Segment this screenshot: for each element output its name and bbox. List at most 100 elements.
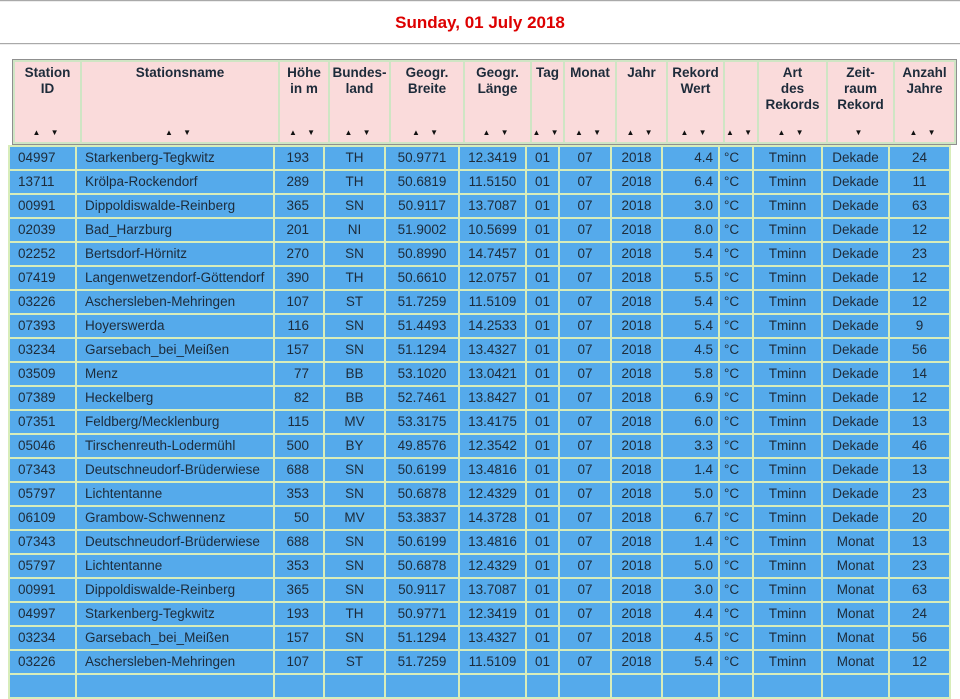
sort-arrows-art-rekord[interactable]: ▲ ▼ xyxy=(777,128,807,137)
column-header-bundesland: Bundes-land▲ ▼ xyxy=(330,62,389,142)
cell-stationsname: Heckelberg xyxy=(77,387,273,409)
sort-arrows-bundesland[interactable]: ▲ ▼ xyxy=(344,128,374,137)
cell-zeitraum: Dekade xyxy=(823,243,888,265)
table-row: 07351Feldberg/Mecklenburg115MV53.317513.… xyxy=(10,411,949,433)
cell-jahr: 2018 xyxy=(612,171,661,193)
cell-bundesland: TH xyxy=(325,147,384,169)
cell-zeitraum: Dekade xyxy=(823,147,888,169)
cell-zeitraum: Dekade xyxy=(823,483,888,505)
sort-arrows-tag[interactable]: ▲ ▼ xyxy=(532,128,562,137)
cell-tag: 01 xyxy=(527,291,558,313)
cell-monat: 07 xyxy=(560,507,610,529)
table-row: 07343Deutschneudorf-Brüderwiese688SN50.6… xyxy=(10,531,949,553)
sort-arrows-geogr-breite[interactable]: ▲ ▼ xyxy=(412,128,442,137)
cell-zeitraum: Monat xyxy=(823,603,888,625)
sort-arrows-hoehe[interactable]: ▲ ▼ xyxy=(289,128,319,137)
cell-zeitraum: Monat xyxy=(823,555,888,577)
cell-geogr-laenge: 14.7457 xyxy=(460,243,525,265)
cell-jahr: 2018 xyxy=(612,411,661,433)
cell-art-rekord: Tminn xyxy=(754,531,821,553)
cell-hoehe: 107 xyxy=(275,291,323,313)
cell-anzahl-jahre: 12 xyxy=(890,291,949,313)
cell-unit: °C xyxy=(720,147,752,169)
sort-arrows-unit[interactable]: ▲ ▼ xyxy=(726,128,756,137)
cell-bundesland: NI xyxy=(325,219,384,241)
cell-bundesland: SN xyxy=(325,459,384,481)
cell-bundesland: MV xyxy=(325,507,384,529)
cell-station-id: 07389 xyxy=(10,387,75,409)
cell-zeitraum: Monat xyxy=(823,579,888,601)
column-label-tag: Tag xyxy=(536,65,559,81)
cell-tag: 01 xyxy=(527,195,558,217)
sort-arrows-jahr[interactable]: ▲ ▼ xyxy=(626,128,656,137)
cell-geogr-breite: 50.9117 xyxy=(386,195,458,217)
cell-anzahl-jahre: 24 xyxy=(890,603,949,625)
cell-geogr-breite: 51.7259 xyxy=(386,291,458,313)
cell-anzahl-jahre: 9 xyxy=(890,315,949,337)
cell-zeitraum: Dekade xyxy=(823,339,888,361)
cell-rekord-wert: 6.4 xyxy=(663,171,718,193)
cell-bundesland: SN xyxy=(325,483,384,505)
cell-art-rekord xyxy=(754,675,821,697)
cell-art-rekord: Tminn xyxy=(754,603,821,625)
cell-zeitraum: Dekade xyxy=(823,267,888,289)
cell-unit: °C xyxy=(720,171,752,193)
cell-jahr: 2018 xyxy=(612,651,661,673)
sort-arrows-station-id[interactable]: ▲ ▼ xyxy=(32,128,62,137)
table-row: 03509Menz77BB53.102013.0421010720185.8°C… xyxy=(10,363,949,385)
cell-anzahl-jahre: 63 xyxy=(890,579,949,601)
cell-rekord-wert: 5.0 xyxy=(663,555,718,577)
cell-station-id: 05797 xyxy=(10,483,75,505)
cell-unit: °C xyxy=(720,651,752,673)
cell-tag: 01 xyxy=(527,363,558,385)
cell-jahr: 2018 xyxy=(612,315,661,337)
cell-anzahl-jahre: 56 xyxy=(890,339,949,361)
cell-zeitraum: Dekade xyxy=(823,411,888,433)
table-row-partial xyxy=(10,675,949,697)
cell-hoehe: 688 xyxy=(275,531,323,553)
cell-anzahl-jahre: 11 xyxy=(890,171,949,193)
cell-art-rekord: Tminn xyxy=(754,147,821,169)
cell-geogr-breite: 50.6199 xyxy=(386,531,458,553)
cell-monat: 07 xyxy=(560,387,610,409)
cell-geogr-breite: 53.3175 xyxy=(386,411,458,433)
cell-monat: 07 xyxy=(560,195,610,217)
cell-monat: 07 xyxy=(560,459,610,481)
cell-jahr: 2018 xyxy=(612,363,661,385)
cell-geogr-laenge: 13.0421 xyxy=(460,363,525,385)
cell-monat xyxy=(560,675,610,697)
sort-arrows-anzahl-jahre[interactable]: ▲ ▼ xyxy=(909,128,939,137)
cell-geogr-breite: 53.3837 xyxy=(386,507,458,529)
cell-stationsname: Garsebach_bei_Meißen xyxy=(77,339,273,361)
cell-jahr: 2018 xyxy=(612,339,661,361)
cell-tag: 01 xyxy=(527,603,558,625)
cell-geogr-breite: 50.6878 xyxy=(386,555,458,577)
sort-arrows-rekord-wert[interactable]: ▲ ▼ xyxy=(680,128,710,137)
cell-geogr-breite: 52.7461 xyxy=(386,387,458,409)
column-header-jahr: Jahr▲ ▼ xyxy=(617,62,666,142)
cell-unit: °C xyxy=(720,555,752,577)
cell-bundesland: ST xyxy=(325,651,384,673)
cell-anzahl-jahre: 13 xyxy=(890,411,949,433)
cell-zeitraum: Dekade xyxy=(823,507,888,529)
sort-arrows-stationsname[interactable]: ▲ ▼ xyxy=(165,128,195,137)
cell-anzahl-jahre: 24 xyxy=(890,147,949,169)
cell-hoehe: 116 xyxy=(275,315,323,337)
cell-station-id: 03226 xyxy=(10,291,75,313)
cell-monat: 07 xyxy=(560,147,610,169)
cell-geogr-laenge: 11.5150 xyxy=(460,171,525,193)
sort-arrows-geogr-laenge[interactable]: ▲ ▼ xyxy=(482,128,512,137)
cell-geogr-breite: 50.9771 xyxy=(386,603,458,625)
table-row: 00991Dippoldiswalde-Reinberg365SN50.9117… xyxy=(10,579,949,601)
cell-geogr-laenge: 11.5109 xyxy=(460,651,525,673)
sort-arrows-zeitraum[interactable]: ▼ xyxy=(855,128,867,137)
cell-stationsname: Lichtentanne xyxy=(77,555,273,577)
cell-art-rekord: Tminn xyxy=(754,651,821,673)
cell-jahr: 2018 xyxy=(612,435,661,457)
cell-monat: 07 xyxy=(560,435,610,457)
cell-station-id: 07343 xyxy=(10,459,75,481)
cell-zeitraum: Dekade xyxy=(823,219,888,241)
sort-arrows-monat[interactable]: ▲ ▼ xyxy=(575,128,605,137)
table-row: 07343Deutschneudorf-Brüderwiese688SN50.6… xyxy=(10,459,949,481)
cell-hoehe: 365 xyxy=(275,579,323,601)
